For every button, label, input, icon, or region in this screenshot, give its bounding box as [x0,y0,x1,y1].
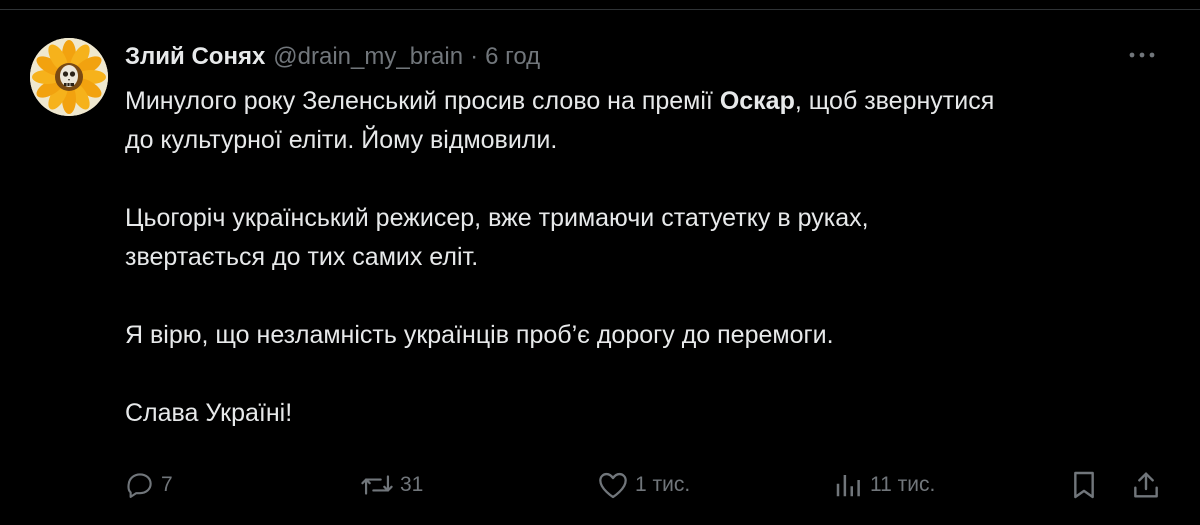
bookmark-button[interactable] [1068,465,1100,505]
share-icon [1134,472,1158,498]
more-button[interactable] [1124,40,1160,70]
share-button[interactable] [1130,465,1162,505]
views-button[interactable]: 11 тис. [832,465,935,505]
repost-count: 31 [400,473,424,496]
like-count: 1 тис. [635,473,691,496]
reply-icon [127,473,152,498]
paragraph-4: Слава Україні! [125,399,293,427]
reply-button[interactable]: 7 [125,465,173,505]
paragraph-1-line-2: до культурної еліти. Йому відмовили. [125,126,558,154]
action-bar: 7 31 1 тис. 11 тис. [0,465,1200,505]
tweet-header: Злий Сонях @drain_my_brain · 6 год [125,40,540,74]
repost-icon [361,475,393,495]
oscar-bold: Оскар [719,87,795,115]
views-chart-icon [836,475,860,497]
like-button[interactable]: 1 тис. [597,465,690,505]
sunflower-skull-avatar [30,38,108,116]
reply-count: 7 [161,473,173,496]
views-count: 11 тис. [870,473,936,496]
tweet-timestamp[interactable]: 6 год [485,43,540,71]
author-handle[interactable]: @drain_my_brain [273,43,463,71]
heart-icon [599,472,627,499]
tweet-card[interactable]: Злий Сонях @drain_my_brain · 6 год Минул… [0,10,1200,525]
author-name[interactable]: Злий Сонях [125,43,265,71]
p1-after: , щоб звернутися [794,87,995,115]
more-dots-icon [1129,52,1155,58]
bookmark-icon [1074,471,1094,499]
tweet-text: Минулого року Зеленський просив слово на… [125,82,1175,433]
avatar[interactable] [30,38,108,116]
repost-button[interactable]: 31 [360,465,423,505]
paragraph-2-line-1: Цьогоріч український режисер, вже тримаю… [125,204,869,232]
paragraph-1: Минулого року Зеленський просив слово на… [125,82,1175,121]
header-separator: · [470,43,479,70]
paragraph-2-line-2: звертається до тих самих еліт. [125,243,479,271]
paragraph-3: Я вірю, що незламність українців проб’є … [125,321,834,349]
p1-before: Минулого року Зеленський просив слово на… [125,87,720,115]
